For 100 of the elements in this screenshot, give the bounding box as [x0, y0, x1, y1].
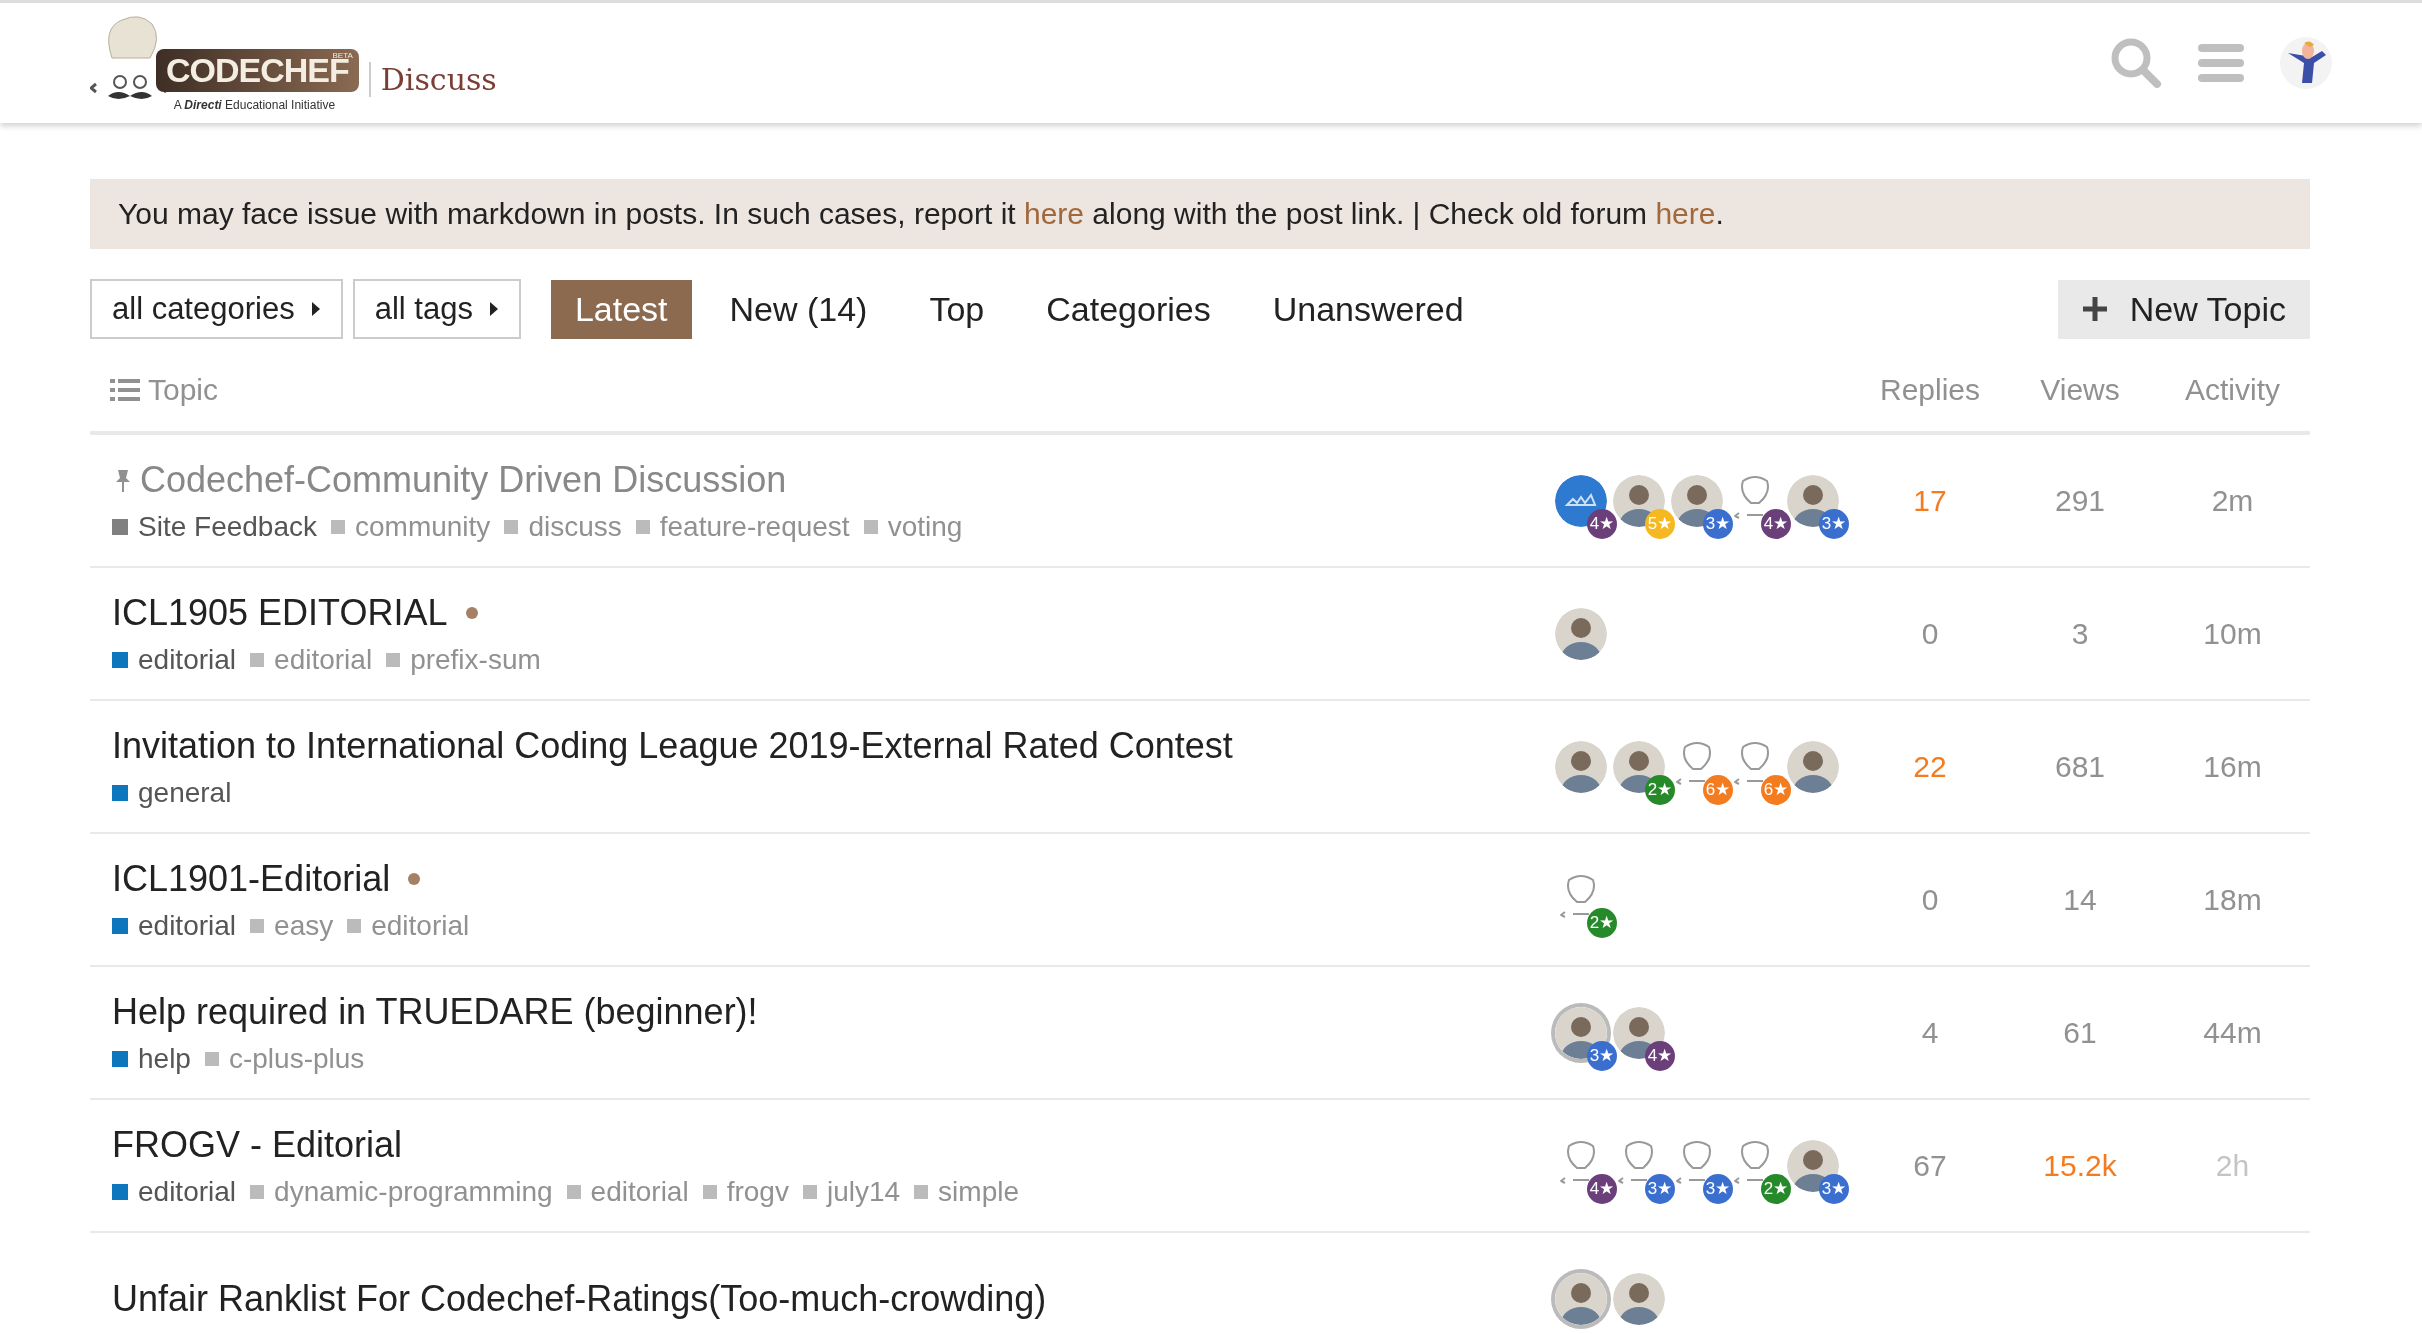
rank-badge: 3★	[1703, 508, 1733, 539]
rank-badge: 4★	[1645, 1040, 1675, 1071]
nav-tab[interactable]: Unanswered	[1248, 279, 1488, 339]
category-link[interactable]: editorial	[138, 1175, 237, 1208]
tag-icon	[566, 1184, 581, 1199]
topic-link[interactable]: ICL1905 EDITORIAL	[112, 591, 448, 634]
tag-icon	[702, 1184, 717, 1199]
here-link[interactable]: here	[1024, 197, 1085, 230]
plus-icon	[2081, 296, 2108, 322]
tag-icon	[347, 918, 362, 933]
tag-link[interactable]: editorial	[371, 909, 470, 942]
category-link[interactable]: help	[138, 1042, 191, 1075]
category-link[interactable]: editorial	[138, 909, 237, 942]
topic-row[interactable]: Help required in TRUEDARE (beginner)! help c-plus-plus 3★ 4★ 4 61 44m	[90, 967, 2310, 1100]
topic-row[interactable]: Codechef-Community Driven Discussion Site Feedback community discuss feature-request voting 4★ 5★ 3★ 4★ 3★ 17 291 2m	[90, 435, 2310, 568]
tag-link[interactable]: discuss	[528, 510, 622, 543]
tag-link[interactable]: simple	[938, 1175, 1019, 1208]
topic-row[interactable]: ICL1905 EDITORIAL editorial editorial prefix-sum 0 3 10m	[90, 568, 2310, 701]
rank-badge: 3★	[1645, 1173, 1675, 1204]
logo-tagline: A Directi Educational Initiative	[173, 98, 336, 112]
rank-badge: 4★	[1587, 508, 1617, 539]
category-link[interactable]: general	[138, 776, 232, 809]
topic-row[interactable]: ICL1901-Editorial editorial easy editorial 2★ 0 14 18m	[90, 834, 2310, 967]
tag-link[interactable]: editorial	[274, 643, 373, 676]
user-avatar[interactable]	[2280, 37, 2332, 89]
rank-badge: 2★	[1761, 1173, 1791, 1204]
rank-badge: 3★	[1587, 1040, 1617, 1071]
views-count: 15.2k	[2043, 1148, 2117, 1183]
tag-link[interactable]: dynamic-programming	[274, 1175, 553, 1208]
tag-link[interactable]: prefix-sum	[410, 643, 541, 676]
tag-icon	[386, 652, 401, 667]
topic-link[interactable]: ICL1901-Editorial	[112, 857, 391, 900]
topic-link[interactable]: Unfair Ranklist For Codechef-Ratings(Too-much-crowding)	[112, 1277, 1047, 1320]
topic-row[interactable]: FROGV - Editorial editorial dynamic-programming editorial frogv july14 simple 4★ 3★ 3★ 2★ 3★ 67 15.2k 2h	[90, 1100, 2310, 1233]
rank-badge: 2★	[1645, 774, 1675, 805]
replies-count: 22	[1913, 749, 1947, 784]
tag-icon	[250, 652, 265, 667]
logo-wordmark[interactable]: CODECHEFBETA	[156, 49, 359, 92]
tag-icon	[863, 519, 878, 534]
tag-link[interactable]: voting	[887, 510, 963, 543]
here-link[interactable]: here	[1655, 197, 1716, 230]
views-count: 14	[2063, 882, 2097, 917]
rank-badge: 5★	[1645, 508, 1675, 539]
replies-count: 0	[1921, 616, 1939, 651]
replies-count: 67	[1913, 1148, 1947, 1183]
new-topic-button[interactable]: New Topic	[2057, 279, 2310, 339]
column-header[interactable]: Replies	[1879, 373, 1981, 407]
tag-link[interactable]: c-plus-plus	[228, 1042, 365, 1075]
tag-link[interactable]: easy	[274, 909, 334, 942]
topic-link[interactable]: Codechef-Community Driven Discussion	[140, 458, 787, 501]
filter-dropdown[interactable]: all tags	[352, 279, 521, 339]
nav-tab[interactable]: Categories	[1022, 279, 1235, 339]
notice-text: You may face issue with markdown in posts. In such cases, report it here along with the post link. | Check old forum here.	[118, 197, 1724, 230]
topic-link[interactable]: FROGV - Editorial	[112, 1123, 403, 1166]
tag-icon	[635, 519, 650, 534]
activity-time[interactable]: 10m	[2203, 616, 2262, 651]
rank-badge: 6★	[1761, 774, 1791, 805]
tag-link[interactable]: july14	[826, 1175, 901, 1208]
column-header[interactable]: Topic	[148, 373, 219, 407]
category-link[interactable]: Site Feedback	[138, 510, 317, 543]
views-count: 291	[2054, 483, 2106, 518]
nav-tab[interactable]: Latest	[550, 279, 692, 339]
nav-tab[interactable]: Top	[905, 279, 1009, 339]
tag-icon	[250, 918, 265, 933]
replies-count: 4	[1921, 1015, 1939, 1050]
rank-badge: 3★	[1819, 508, 1849, 539]
views-count: 681	[2054, 749, 2106, 784]
nav-tab[interactable]: New (14)	[705, 279, 892, 339]
column-header[interactable]: Views	[2040, 373, 2120, 407]
replies-count: 0	[1921, 882, 1939, 917]
tag-link[interactable]: editorial	[590, 1175, 689, 1208]
rank-badge: 3★	[1819, 1173, 1849, 1204]
topic-link[interactable]: Invitation to International Coding League 2019-External Rated Contest	[112, 724, 1233, 767]
views-count: 3	[2071, 616, 2089, 651]
rank-badge: 3★	[1703, 1173, 1733, 1204]
tag-link[interactable]: frogv	[726, 1175, 789, 1208]
caret-icon	[488, 301, 499, 317]
rank-badge: 2★	[1587, 907, 1617, 938]
tag-link[interactable]: community	[355, 510, 491, 543]
column-header[interactable]: Activity	[2185, 373, 2280, 407]
caret-icon	[310, 301, 321, 317]
activity-time[interactable]: 44m	[2203, 1015, 2262, 1050]
topic-link[interactable]: Help required in TRUEDARE (beginner)!	[112, 990, 758, 1033]
site-section-title: Discuss	[368, 62, 497, 97]
activity-time[interactable]: 18m	[2203, 882, 2262, 917]
tag-icon	[914, 1184, 929, 1199]
rank-badge: 6★	[1703, 774, 1733, 805]
activity-time[interactable]: 16m	[2203, 749, 2262, 784]
topic-row[interactable]: Invitation to International Coding League 2019-External Rated Contest general 2★ 6★ 6★ 22 681 16m	[90, 701, 2310, 834]
views-count: 61	[2063, 1015, 2097, 1050]
tag-icon	[802, 1184, 817, 1199]
topic-row[interactable]: Unfair Ranklist For Codechef-Ratings(Too-much-crowding)	[90, 1233, 2310, 1334]
tag-link[interactable]: feature-request	[659, 510, 850, 543]
category-link[interactable]: editorial	[138, 643, 237, 676]
tag-icon	[204, 1051, 219, 1066]
tag-icon	[250, 1184, 265, 1199]
activity-time[interactable]: 2m	[2211, 483, 2254, 518]
tag-icon	[331, 519, 345, 534]
list-icon	[110, 378, 140, 402]
filter-dropdown[interactable]: all categories	[90, 279, 343, 339]
